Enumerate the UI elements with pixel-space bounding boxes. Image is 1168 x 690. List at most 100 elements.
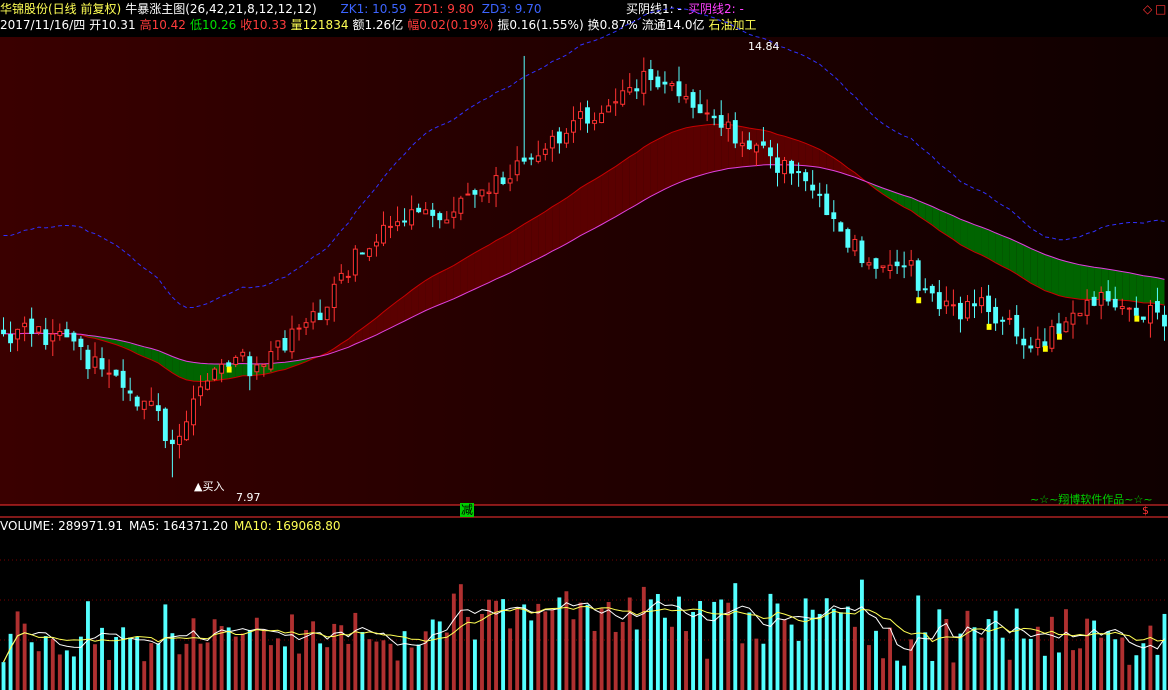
- candle-body: [704, 112, 710, 115]
- volume-bar: [564, 591, 569, 690]
- ribbon-segment: [425, 276, 433, 311]
- volume-bar: [1148, 625, 1153, 690]
- volume-bar: [480, 613, 484, 690]
- candle-body: [366, 248, 372, 257]
- volume-bar: [318, 643, 323, 690]
- volume-bar: [515, 607, 520, 690]
- candle-body: [352, 248, 358, 276]
- candle-body: [972, 303, 977, 307]
- volume-bar: [789, 624, 794, 690]
- volume-bar: [1120, 637, 1125, 690]
- candle-body: [395, 221, 400, 227]
- candle-body: [331, 283, 337, 308]
- ribbon-segment: [805, 143, 813, 167]
- candle-body: [690, 92, 696, 108]
- candle-body: [409, 209, 415, 226]
- ribbon-segment: [1058, 259, 1066, 298]
- candle-body: [908, 260, 914, 266]
- signal-marker: [226, 366, 232, 373]
- candle-body: [437, 213, 443, 221]
- ribbon-segment: [1009, 238, 1017, 275]
- volume-bar: [740, 643, 745, 690]
- volume-bar: [1113, 639, 1118, 690]
- volume-bar: [1021, 638, 1026, 690]
- candlestick-chart[interactable]: [0, 0, 1168, 690]
- candle-body: [627, 87, 633, 93]
- candle-body: [36, 326, 42, 333]
- candle-body: [29, 318, 35, 334]
- ribbon-segment: [1122, 271, 1130, 301]
- volume-bar: [972, 627, 977, 690]
- candle-body: [669, 82, 675, 87]
- ribbon-segment: [538, 211, 546, 259]
- candle-body: [880, 265, 886, 269]
- candle-body: [655, 76, 661, 88]
- ribbon-segment: [657, 135, 665, 193]
- candle-body: [64, 329, 70, 338]
- candle-body: [817, 193, 823, 196]
- volume-bar: [923, 632, 928, 690]
- volume-bar: [71, 656, 76, 690]
- candle-body: [282, 337, 288, 351]
- candle-body: [416, 207, 422, 213]
- volume-bar: [1141, 643, 1146, 690]
- ribbon-segment: [524, 219, 532, 266]
- dollar-icon: $: [1142, 504, 1149, 517]
- candle-body: [739, 142, 745, 147]
- volume-bar: [536, 603, 541, 690]
- candle-body: [915, 260, 921, 291]
- candle-body: [1126, 307, 1132, 310]
- candle-body: [120, 370, 126, 388]
- volume-bar: [838, 612, 843, 690]
- candle-body: [585, 107, 590, 124]
- candle-body: [22, 322, 28, 328]
- candle-body: [359, 252, 365, 255]
- candle-body: [268, 351, 274, 370]
- volume-bar: [444, 632, 449, 690]
- candle-body: [725, 121, 731, 129]
- candle-body: [184, 421, 189, 441]
- candle-body: [43, 329, 49, 345]
- candle-body: [1035, 338, 1041, 348]
- candle-body: [1077, 312, 1083, 317]
- candle-body: [402, 220, 408, 223]
- candle-body: [296, 327, 302, 330]
- candle-body: [711, 115, 717, 119]
- candle-body: [1112, 298, 1118, 308]
- candle-body: [50, 333, 56, 342]
- ribbon-segment: [678, 127, 687, 183]
- volume-bar: [691, 611, 695, 690]
- volume-bar: [156, 643, 161, 690]
- candle-body: [134, 396, 140, 407]
- volume-bar: [268, 645, 273, 690]
- candle-body: [1084, 299, 1090, 316]
- ribbon-segment: [1065, 261, 1074, 299]
- volume-bar: [937, 609, 942, 690]
- ribbon-segment: [186, 361, 194, 382]
- volume-bar: [1134, 655, 1139, 690]
- ribbon-segment: [1136, 274, 1144, 303]
- candle-body: [106, 372, 112, 375]
- candle-body: [99, 358, 105, 370]
- volume-bar: [360, 632, 365, 690]
- volume-bar: [121, 627, 126, 690]
- ribbon-segment: [467, 252, 475, 293]
- signal-marker: [1057, 333, 1062, 340]
- candle-body: [613, 101, 619, 104]
- candle-body: [986, 295, 992, 313]
- ribbon-segment: [925, 203, 933, 226]
- ribbon-segment: [798, 140, 806, 166]
- volume-bar: [261, 629, 266, 690]
- ribbon-segment: [664, 132, 672, 190]
- volume-bar: [86, 601, 90, 690]
- volume-bar: [592, 630, 597, 690]
- candle-body: [1007, 317, 1013, 320]
- ribbon-segment: [932, 206, 940, 231]
- candle-body: [388, 225, 393, 228]
- candle-body: [929, 285, 935, 294]
- volume-bar: [416, 644, 421, 690]
- volume-bar: [57, 654, 62, 690]
- candle-body: [852, 238, 858, 252]
- candle-body: [810, 184, 816, 191]
- volume-bar: [508, 628, 513, 690]
